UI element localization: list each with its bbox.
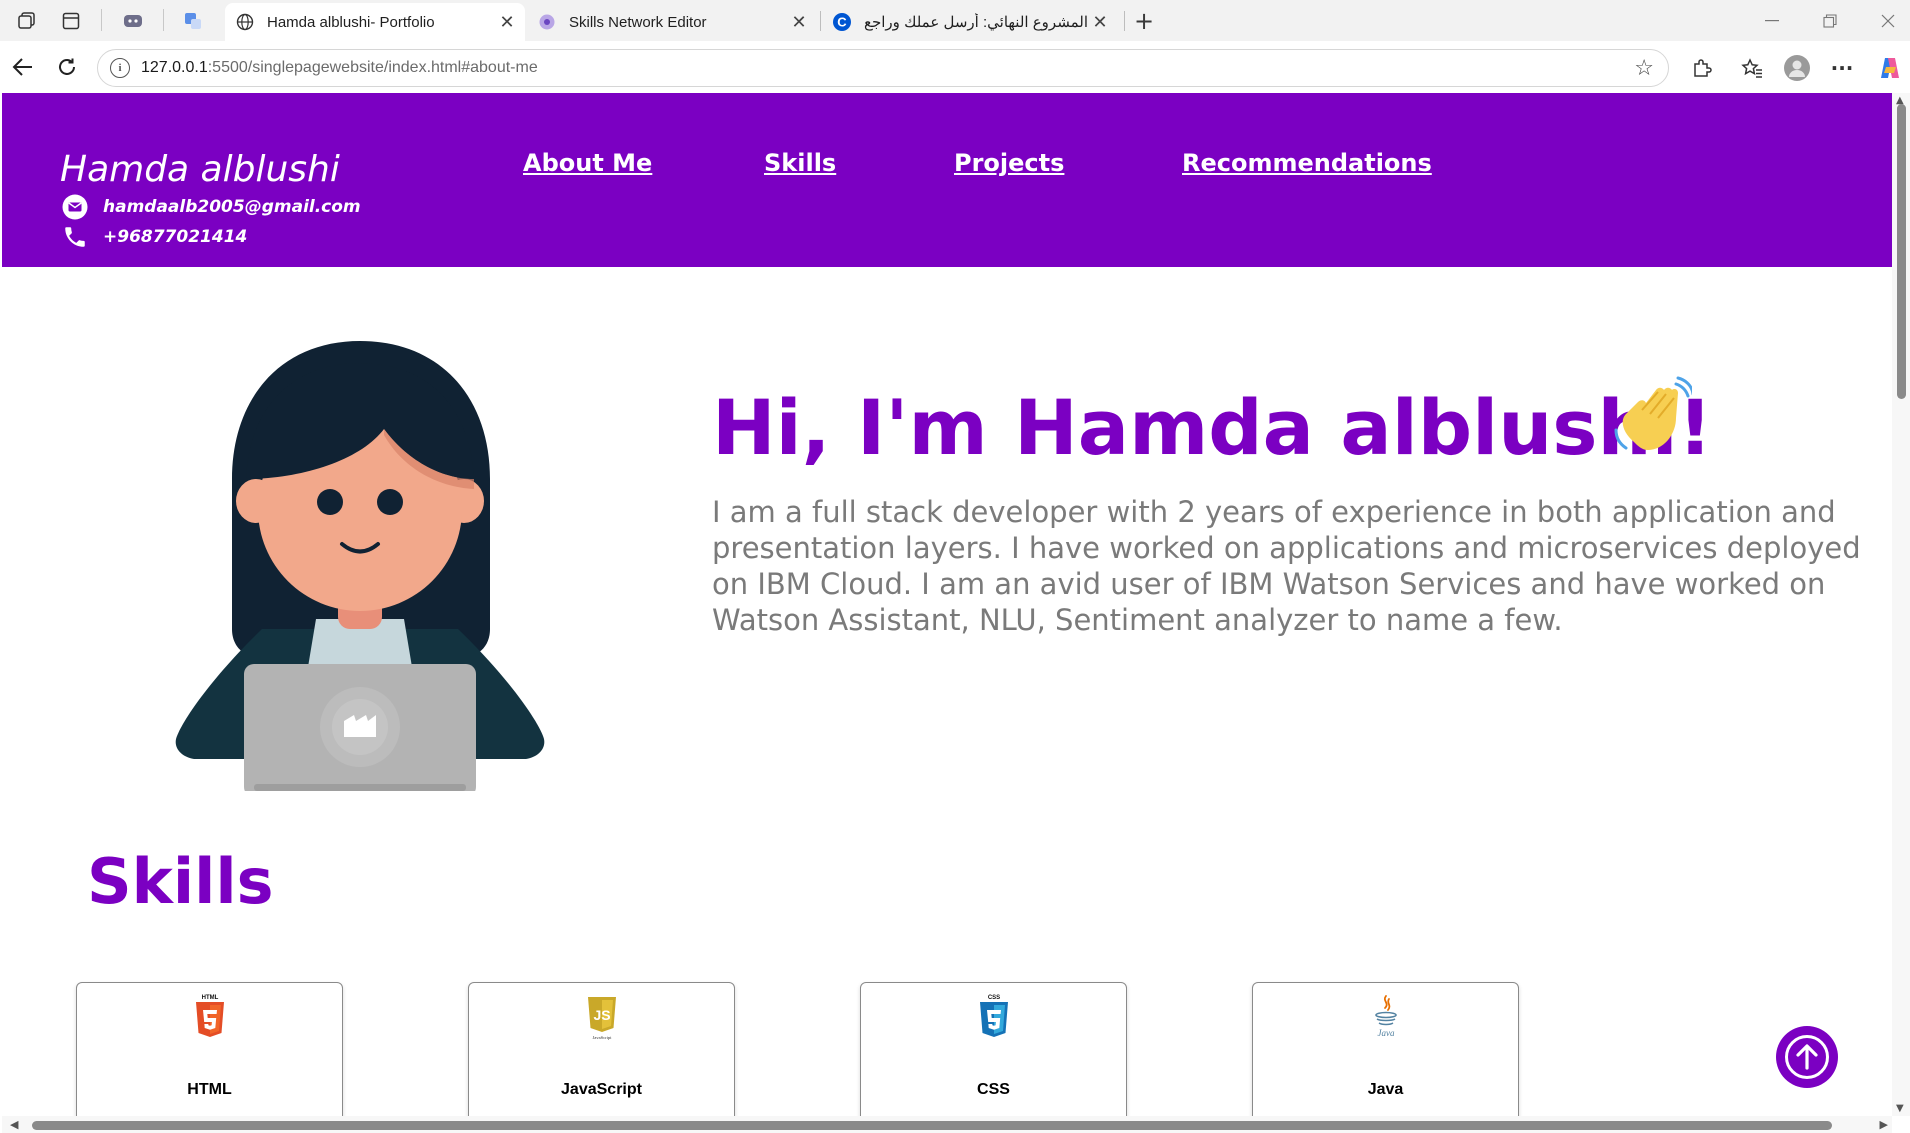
svg-text:C: C [837, 15, 847, 30]
address-bar[interactable]: i 127.0.0.1:5500/singlepagewebsite/index… [97, 49, 1669, 87]
email-text: hamdaalb2005@gmail.com [103, 197, 361, 217]
nav-recommendations[interactable]: Recommendations [1182, 149, 1432, 177]
css3-badge-text: CSS [988, 995, 1000, 1001]
html5-badge-text: HTML [202, 995, 219, 1001]
copilot-icon[interactable] [1876, 54, 1904, 82]
email-contact: hamdaalb2005@gmail.com [62, 194, 361, 220]
tab-title: Skills Network Editor [569, 13, 707, 31]
tab-actions-icon[interactable] [58, 8, 84, 34]
css3-icon: CSS [980, 995, 1008, 1037]
close-tab-icon[interactable]: ✕ [1088, 12, 1112, 33]
pinned-translate-icon[interactable] [180, 8, 206, 34]
coursera-icon: C [832, 12, 852, 32]
html5-icon: HTML [196, 995, 224, 1037]
close-tab-icon[interactable]: ✕ [787, 12, 811, 33]
svg-text:JS: JS [593, 1007, 610, 1023]
nav-skills[interactable]: Skills [764, 149, 836, 177]
minimize-icon[interactable] [1752, 6, 1792, 36]
phone-icon [62, 224, 88, 250]
scroll-right-arrow-icon[interactable]: ▶ [1880, 1118, 1888, 1131]
divider [101, 9, 102, 31]
javascript-badge-text: JavaScript [593, 1035, 612, 1040]
divider [163, 9, 164, 31]
reload-icon[interactable] [53, 53, 81, 81]
skill-card-html: HTML HTML [76, 982, 343, 1116]
site-info-icon[interactable]: i [110, 58, 130, 78]
globe-icon [235, 12, 255, 32]
skill-card-css: CSS CSS [860, 982, 1127, 1116]
site-header: Hamda alblushi hamdaalb2005@gmail.com +9… [2, 93, 1892, 267]
scroll-down-arrow-icon[interactable]: ▼ [1896, 1103, 1904, 1114]
nav-about-me[interactable]: About Me [523, 149, 652, 177]
back-icon[interactable] [9, 53, 37, 81]
vertical-scrollbar[interactable]: ▲ ▼ [1892, 93, 1910, 1116]
nav-projects[interactable]: Projects [954, 149, 1064, 177]
tab-title: المشروع النهائي: أرسل عملك وراجع ز [864, 14, 1088, 31]
scrollbar-thumb[interactable] [32, 1121, 1832, 1130]
skill-name: JavaScript [561, 1081, 642, 1098]
extensions-icon[interactable] [1688, 54, 1716, 82]
skill-name: CSS [977, 1081, 1010, 1098]
favorite-star-icon[interactable]: ☆ [1634, 56, 1654, 81]
scrollbar-thumb[interactable] [1897, 104, 1906, 399]
divider [1124, 11, 1125, 31]
java-badge-text: Java [1378, 1028, 1395, 1038]
hero-greeting: Hi, I'm Hamda alblushi! [712, 383, 1713, 472]
page-viewport: Hamda alblushi hamdaalb2005@gmail.com +9… [2, 93, 1892, 1116]
workspaces-icon[interactable] [14, 8, 40, 34]
skill-name: Java [1367, 1081, 1404, 1098]
arrow-up-circle-icon [1785, 1035, 1829, 1079]
phone-text: +96877021414 [103, 227, 248, 247]
tab-title: Hamda alblushi- Portfolio [267, 13, 435, 31]
back-to-top-button[interactable] [1776, 1026, 1838, 1088]
email-icon [62, 194, 88, 220]
skills-heading: Skills [87, 845, 274, 918]
hero-description: I am a full stack developer with 2 years… [712, 495, 1861, 637]
developer-avatar-illustration [175, 341, 545, 791]
browser-toolbar: i 127.0.0.1:5500/singlepagewebsite/index… [0, 41, 1910, 93]
new-tab-button[interactable]: + [1131, 7, 1157, 35]
restore-icon[interactable] [1810, 6, 1850, 36]
horizontal-scrollbar[interactable]: ◀ ▶ [2, 1116, 1892, 1133]
phone-contact: +96877021414 [62, 224, 247, 250]
tab-skills-network[interactable]: Skills Network Editor ✕ [527, 3, 817, 41]
browser-tab-bar: Hamda alblushi- Portfolio ✕ Skills Netwo… [0, 0, 1910, 41]
pinned-tab-icon[interactable] [120, 8, 146, 34]
close-window-icon[interactable] [1868, 6, 1908, 36]
skill-name: HTML [187, 1081, 232, 1098]
java-icon: Java [1375, 995, 1397, 1038]
skill-card-javascript: JS JavaScript JavaScript [468, 982, 735, 1116]
waving-hand-icon [1614, 376, 1692, 450]
skill-card-java: Java Java [1252, 982, 1519, 1116]
favorites-icon[interactable] [1738, 54, 1766, 82]
profile-avatar-icon[interactable] [1783, 54, 1811, 82]
url-text: 127.0.0.1:5500/singlepagewebsite/index.h… [141, 59, 538, 76]
tab-final-project[interactable]: C المشروع النهائي: أرسل عملك وراجع ز ✕ [822, 3, 1118, 41]
site-name: Hamda alblushi [60, 149, 340, 190]
skills-network-icon [537, 12, 557, 32]
divider [820, 11, 821, 31]
more-options-icon[interactable]: ··· [1828, 54, 1856, 82]
javascript-icon: JS JavaScript [588, 997, 616, 1040]
close-tab-icon[interactable]: ✕ [495, 12, 519, 33]
scroll-left-arrow-icon[interactable]: ◀ [10, 1118, 18, 1131]
tab-portfolio[interactable]: Hamda alblushi- Portfolio ✕ [225, 3, 525, 41]
